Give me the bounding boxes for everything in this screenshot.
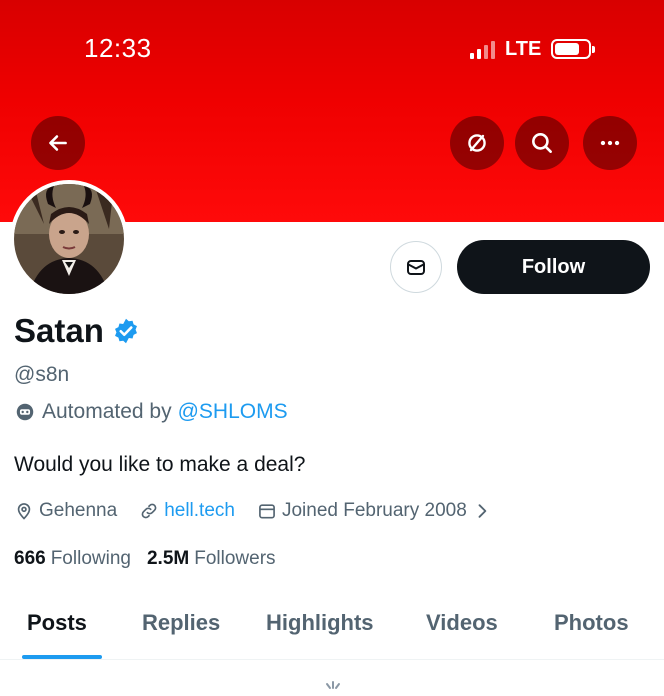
tab-posts[interactable]: Posts — [27, 610, 87, 636]
link-icon — [141, 503, 157, 519]
verified-badge-icon[interactable] — [112, 317, 140, 345]
followers-count: 2.5M — [146, 548, 190, 569]
status-indicators: LTE — [470, 36, 596, 62]
tab-replies[interactable]: Replies — [142, 610, 220, 636]
following-count: 666 — [14, 548, 46, 569]
unmute-button[interactable] — [450, 116, 504, 170]
website-link[interactable]: hell.tech — [164, 500, 235, 522]
profile-meta: Gehenna hell.tech Joined February 2008 — [14, 500, 514, 522]
more-icon — [600, 140, 620, 146]
location-text: Gehenna — [39, 500, 118, 521]
chevron-right-icon — [478, 504, 487, 518]
more-button[interactable] — [583, 116, 637, 170]
arrow-left-icon — [49, 135, 67, 151]
tab-videos[interactable]: Videos — [426, 610, 498, 636]
back-button[interactable] — [31, 116, 85, 170]
status-time: 12:33 — [84, 33, 152, 63]
search-button[interactable] — [515, 116, 569, 170]
bio: Would you like to make a deal? — [14, 453, 306, 476]
profile-tabs: Posts Replies Highlights Videos Photos — [0, 598, 664, 660]
bot-icon — [16, 403, 34, 421]
join-date[interactable]: Joined February 2008 — [257, 500, 492, 522]
location-pin-icon — [17, 503, 31, 520]
tab-photos[interactable]: Photos — [554, 610, 629, 636]
envelope-icon — [407, 260, 425, 275]
following-label: Following — [50, 548, 131, 569]
signal-icon — [470, 39, 495, 59]
display-name: Satan — [14, 312, 104, 349]
follow-button[interactable]: Follow — [457, 240, 650, 294]
unmute-icon — [468, 134, 486, 152]
network-type: LTE — [505, 37, 542, 60]
follow-stats: 666 Following 2.5M Followers — [14, 548, 292, 570]
battery-icon — [551, 39, 596, 59]
tab-highlights[interactable]: Highlights — [266, 610, 374, 636]
message-button[interactable] — [390, 241, 442, 293]
join-date-text: Joined February 2008 — [281, 500, 467, 521]
avatar-image — [14, 184, 124, 294]
automated-prefix: Automated by — [42, 400, 172, 423]
display-name-row: Satan — [14, 312, 140, 350]
automated-account-link[interactable]: @SHLOMS — [178, 400, 288, 424]
automated-label: Automated by @SHLOMS — [14, 400, 288, 424]
following-stat[interactable]: 666 Following — [14, 548, 131, 570]
avatar[interactable] — [10, 180, 128, 298]
followers-stat[interactable]: 2.5M Followers — [147, 548, 276, 570]
followers-label: Followers — [194, 548, 276, 569]
search-icon — [532, 133, 552, 153]
username: @s8n — [14, 363, 70, 386]
active-tab-indicator — [22, 655, 102, 659]
website[interactable]: hell.tech — [139, 500, 235, 522]
location: Gehenna — [14, 500, 117, 522]
calendar-icon — [259, 504, 275, 519]
loading-spinner-icon — [326, 681, 340, 689]
